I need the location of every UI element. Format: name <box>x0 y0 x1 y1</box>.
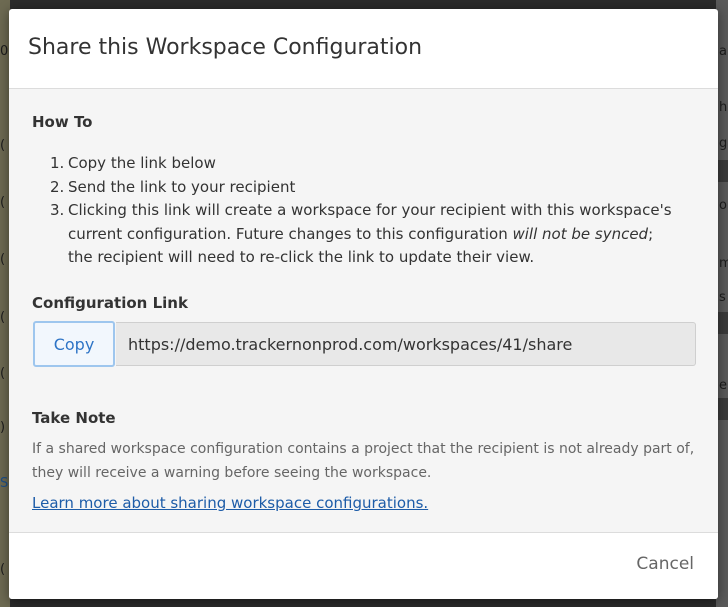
take-note-text: If a shared workspace configuration cont… <box>32 441 695 481</box>
learn-more-link[interactable]: Learn more about sharing workspace confi… <box>32 494 428 512</box>
step-number: 3. <box>50 201 65 219</box>
how-to-heading: How To <box>32 113 93 131</box>
background-text: ( <box>0 310 6 325</box>
background-text: o <box>719 198 727 213</box>
dialog-body: How To 1. Copy the link below 2. Send th… <box>9 89 718 532</box>
list-item: 2. Send the link to your recipient <box>32 176 682 200</box>
share-url-field[interactable] <box>116 322 696 366</box>
dialog-footer: Cancel <box>9 532 718 599</box>
background-text: ( <box>0 195 6 210</box>
configuration-link-row: Copy <box>32 320 696 368</box>
background-text: ( <box>0 138 6 153</box>
background-text: m <box>719 256 728 271</box>
take-note-heading: Take Note <box>32 409 116 427</box>
background-text: e <box>719 378 727 393</box>
cancel-button[interactable]: Cancel <box>636 554 694 574</box>
dialog-header: Share this Workspace Configuration <box>9 9 718 89</box>
background-text: s <box>719 290 726 305</box>
list-item: 3. Clicking this link will create a work… <box>32 199 682 270</box>
step-text: Send the link to your recipient <box>68 177 296 196</box>
step-text: Copy the link below <box>68 154 216 172</box>
step-emphasis: will not be synced <box>512 224 649 243</box>
background-text: ( <box>0 252 6 267</box>
background-text: h <box>719 100 728 115</box>
background-text: ( <box>0 366 6 381</box>
configuration-link-heading: Configuration Link <box>32 294 188 312</box>
step-number: 2. <box>50 177 65 196</box>
background-text: S <box>0 476 9 491</box>
list-item: 1. Copy the link below <box>32 152 682 176</box>
share-workspace-dialog: Share this Workspace Configuration How T… <box>9 9 718 599</box>
background-text: a <box>719 44 727 59</box>
background-text: ( <box>0 562 6 577</box>
how-to-steps: 1. Copy the link below 2. Send the link … <box>32 152 682 270</box>
dialog-title: Share this Workspace Configuration <box>28 35 423 60</box>
background-text: ) <box>0 420 6 435</box>
background-text: g <box>719 136 728 151</box>
step-number: 1. <box>50 154 65 172</box>
copy-button[interactable]: Copy <box>33 321 115 367</box>
